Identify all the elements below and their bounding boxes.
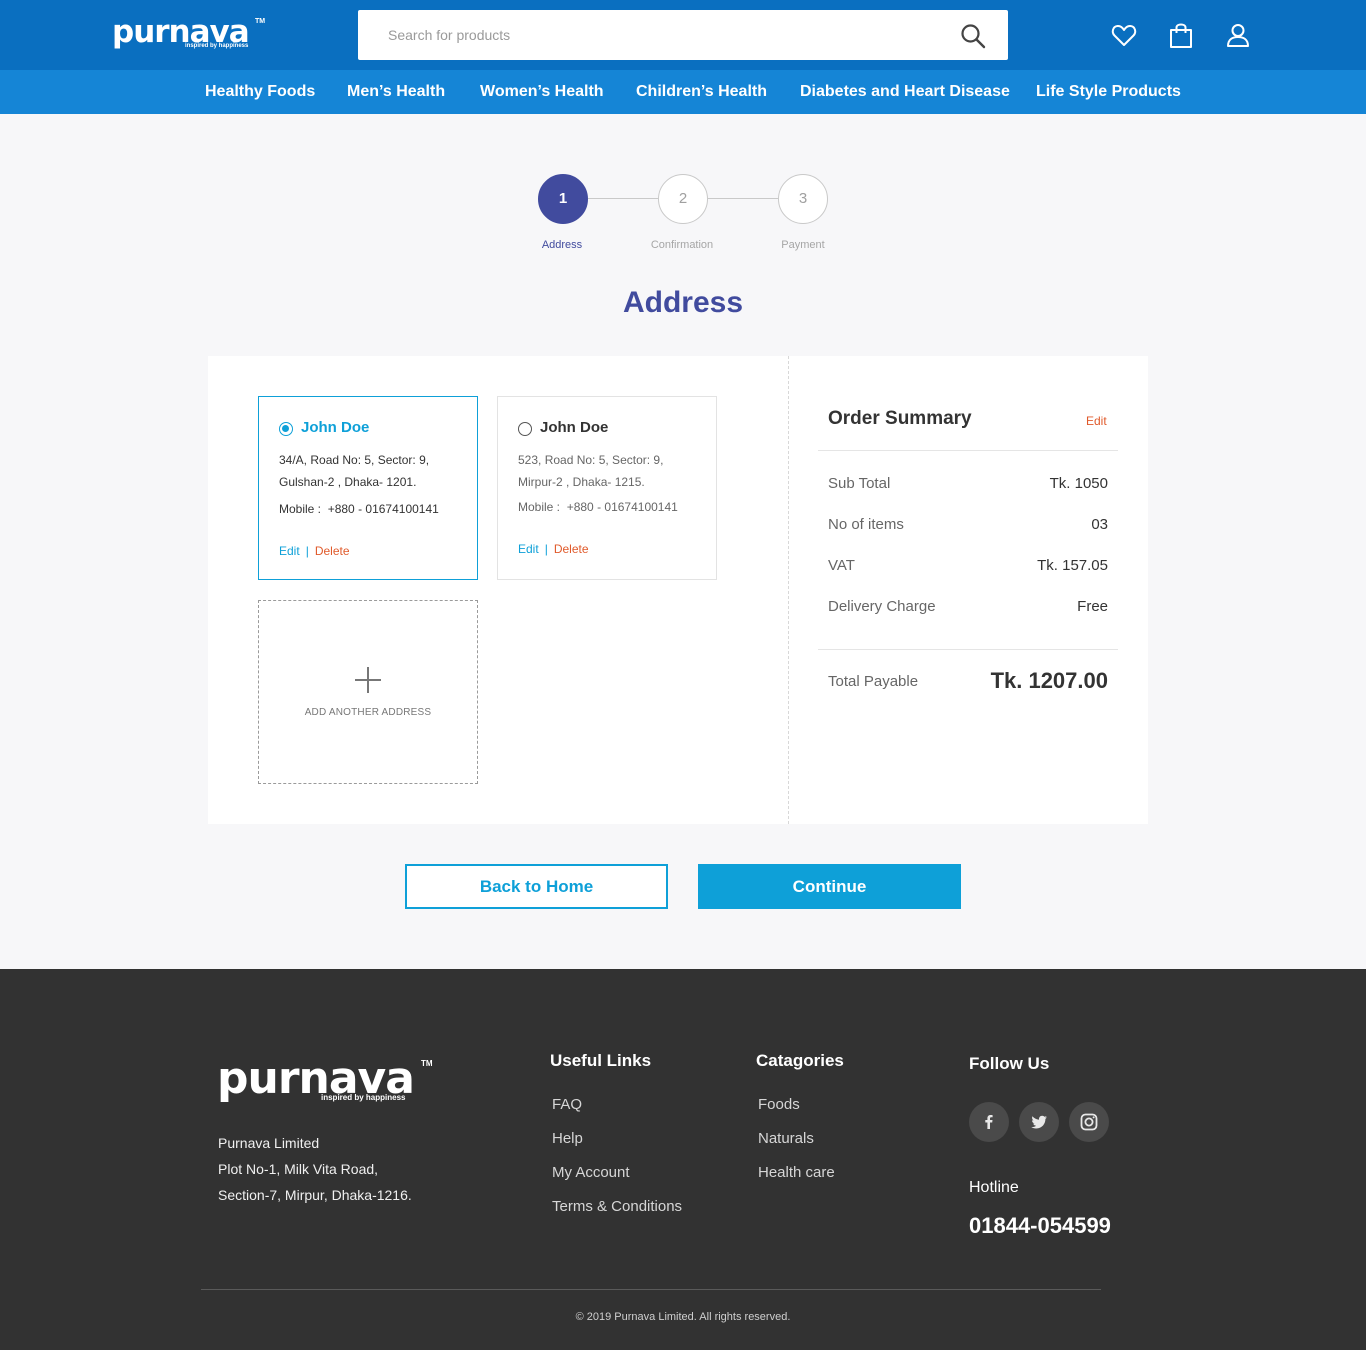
nav-item-lifestyle-products[interactable]: Life Style Products <box>1036 70 1181 114</box>
categories-heading: Catagories <box>756 1051 844 1070</box>
search-input[interactable] <box>388 10 948 60</box>
hotline-number[interactable]: 01844-054599 <box>969 1213 1111 1239</box>
footer-category-naturals[interactable]: Naturals <box>758 1130 814 1147</box>
address-card-2[interactable]: John Doe 523, Road No: 5, Sector: 9, Mir… <box>497 396 717 580</box>
top-header: purnava TM inspired by happiness <box>0 0 1366 70</box>
edit-address-link[interactable]: Edit <box>279 544 300 558</box>
footer-link-terms[interactable]: Terms & Conditions <box>552 1198 682 1215</box>
summary-divider <box>818 649 1118 650</box>
mobile-number: +880 - 01674100141 <box>327 502 439 516</box>
footer-divider <box>201 1289 1101 1290</box>
summary-label-vat: VAT <box>828 557 855 574</box>
address-mobile: Mobile : +880 - 01674100141 <box>279 502 439 516</box>
stepper-connector <box>588 198 658 199</box>
logo[interactable]: purnava TM inspired by happiness <box>112 17 272 53</box>
user-icon[interactable] <box>1224 21 1252 49</box>
order-summary-title: Order Summary <box>828 408 972 429</box>
mobile-label: Mobile : <box>279 502 322 516</box>
continue-button[interactable]: Continue <box>698 864 961 909</box>
step-payment[interactable]: 3 <box>778 174 828 224</box>
category-nav: Healthy Foods Men’s Health Women’s Healt… <box>0 70 1366 114</box>
useful-links-heading: Useful Links <box>550 1051 652 1070</box>
address-line-1: 523, Road No: 5, Sector: 9, <box>518 453 664 467</box>
stepper-connector <box>708 198 778 199</box>
step-label-confirmation: Confirmation <box>650 239 714 251</box>
address-mobile: Mobile : +880 - 01674100141 <box>518 500 678 514</box>
add-address-label: ADD ANOTHER ADDRESS <box>304 707 432 718</box>
mobile-label: Mobile : <box>518 500 561 514</box>
footer <box>0 969 1366 1350</box>
footer-category-foods[interactable]: Foods <box>758 1096 800 1113</box>
footer-logo-trademark: TM <box>421 1059 433 1068</box>
mobile-number: +880 - 01674100141 <box>566 500 678 514</box>
logo-tagline: inspired by happiness <box>185 43 249 49</box>
footer-logo-tagline: inspired by happiness <box>321 1093 406 1102</box>
address-line-2: Mirpur-2 , Dhaka- 1215. <box>518 475 645 489</box>
heart-icon[interactable] <box>1110 21 1138 49</box>
summary-divider <box>818 450 1118 451</box>
add-address-button[interactable]: ADD ANOTHER ADDRESS <box>258 600 478 784</box>
total-payable-label: Total Payable <box>828 673 919 690</box>
total-payable-value: Tk. 1207.00 <box>990 668 1108 693</box>
summary-value-subtotal: Tk. 1050 <box>1049 475 1108 492</box>
hotline-label: Hotline <box>969 1179 1019 1196</box>
footer-logo[interactable]: purnava TM inspired by happiness <box>217 1057 437 1107</box>
footer-link-my-account[interactable]: My Account <box>552 1164 630 1181</box>
address-radio-unselected[interactable] <box>518 422 532 436</box>
summary-label-items: No of items <box>828 516 904 533</box>
delete-address-link[interactable]: Delete <box>315 544 350 558</box>
address-name: John Doe <box>301 419 370 436</box>
footer-link-help[interactable]: Help <box>552 1130 583 1147</box>
summary-value-items: 03 <box>1091 516 1108 533</box>
footer-address-line-1: Plot No-1, Milk Vita Road, <box>218 1161 379 1177</box>
step-address[interactable]: 1 <box>538 174 588 224</box>
address-actions: Edit | Delete <box>518 542 589 556</box>
address-card-1[interactable]: John Doe 34/A, Road No: 5, Sector: 9, Gu… <box>258 396 478 580</box>
order-summary-edit-link[interactable]: Edit <box>1086 414 1107 428</box>
shopping-bag-icon[interactable] <box>1167 21 1195 49</box>
step-label-payment: Payment <box>781 239 825 251</box>
nav-item-womens-health[interactable]: Women’s Health <box>480 70 604 114</box>
step-label-address: Address <box>541 239 583 251</box>
summary-value-delivery: Free <box>1077 598 1108 615</box>
instagram-icon[interactable] <box>1069 1102 1109 1142</box>
address-radio-selected[interactable] <box>279 422 293 436</box>
action-separator: | <box>544 542 548 556</box>
logo-trademark: TM <box>255 18 266 25</box>
summary-label-subtotal: Sub Total <box>828 475 891 492</box>
page-title: Address <box>622 286 744 319</box>
facebook-icon[interactable] <box>969 1102 1009 1142</box>
action-separator: | <box>305 544 309 558</box>
address-line-1: 34/A, Road No: 5, Sector: 9, <box>279 453 430 467</box>
summary-value-vat: Tk. 157.05 <box>1037 557 1108 574</box>
delete-address-link[interactable]: Delete <box>554 542 589 556</box>
footer-category-health-care[interactable]: Health care <box>758 1164 835 1181</box>
address-actions: Edit | Delete <box>279 544 350 558</box>
footer-company-name: Purnava Limited <box>218 1135 320 1151</box>
panel-divider <box>788 356 789 824</box>
nav-item-diabetes-heart[interactable]: Diabetes and Heart Disease <box>800 70 1010 114</box>
nav-item-healthy-foods[interactable]: Healthy Foods <box>205 70 315 114</box>
footer-address-line-2: Section-7, Mirpur, Dhaka-1216. <box>218 1187 412 1203</box>
footer-link-faq[interactable]: FAQ <box>552 1096 582 1113</box>
address-name: John Doe <box>540 419 609 436</box>
search-icon[interactable] <box>960 23 986 49</box>
edit-address-link[interactable]: Edit <box>518 542 539 556</box>
follow-us-heading: Follow Us <box>969 1054 1050 1073</box>
nav-item-mens-health[interactable]: Men’s Health <box>347 70 445 114</box>
copyright-text: © 2019 Purnava Limited. All rights reser… <box>575 1311 791 1323</box>
search-bar <box>358 10 1008 60</box>
step-confirmation[interactable]: 2 <box>658 174 708 224</box>
summary-label-delivery: Delivery Charge <box>828 598 936 615</box>
address-line-2: Gulshan-2 , Dhaka- 1201. <box>279 475 417 489</box>
nav-item-childrens-health[interactable]: Children’s Health <box>636 70 767 114</box>
plus-icon <box>355 667 381 693</box>
back-to-home-button[interactable]: Back to Home <box>405 864 668 909</box>
twitter-icon[interactable] <box>1019 1102 1059 1142</box>
